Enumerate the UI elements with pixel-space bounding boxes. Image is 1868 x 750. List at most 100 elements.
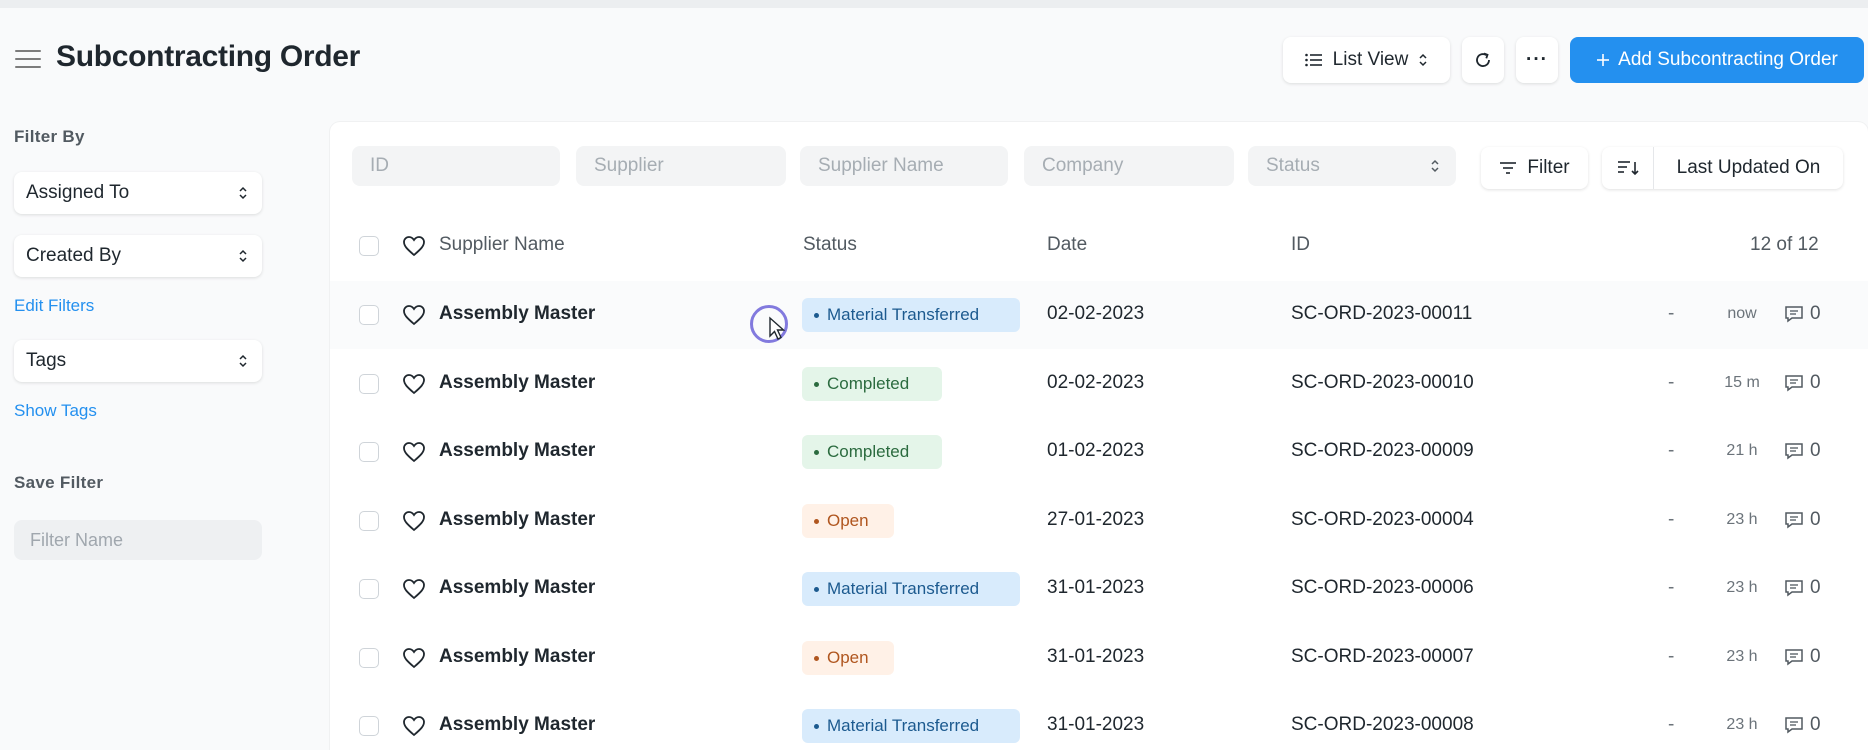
refresh-button[interactable] <box>1462 37 1504 83</box>
comment-count[interactable]: 0 <box>1784 714 1821 736</box>
supplier-name-link[interactable]: Assembly Master <box>439 577 595 599</box>
supplier-name-filter-input[interactable] <box>800 146 1008 186</box>
heart-icon[interactable] <box>402 647 426 669</box>
supplier-name-link[interactable]: Assembly Master <box>439 646 595 668</box>
supplier-name-link[interactable]: Assembly Master <box>439 303 595 325</box>
comment-count[interactable]: 0 <box>1784 509 1821 531</box>
assigned-to-select[interactable]: Assigned To <box>14 172 262 214</box>
modified-since: 23 h <box>1726 511 1758 528</box>
supplier-name-link[interactable]: Assembly Master <box>439 714 595 736</box>
comment-icon <box>1785 512 1803 529</box>
modified-since: 15 m <box>1724 374 1760 391</box>
list-view-selector[interactable]: List View <box>1283 37 1450 83</box>
assigned-placeholder: - <box>1668 577 1675 598</box>
plus-icon <box>1597 54 1610 66</box>
row-checkbox[interactable] <box>359 442 379 462</box>
status-label: Material Transferred <box>827 579 980 598</box>
supplier-name-link[interactable]: Assembly Master <box>439 440 595 462</box>
modified-since: 23 h <box>1726 579 1758 596</box>
row-checkbox[interactable] <box>359 511 379 531</box>
assigned-to-label: Assigned To <box>26 182 130 203</box>
row-checkbox[interactable] <box>359 716 379 736</box>
menu-icon[interactable] <box>15 50 41 68</box>
refresh-icon <box>1476 52 1490 67</box>
table-row[interactable]: Assembly Master Completed 02-02-2023 SC-… <box>330 350 1868 418</box>
id-value: SC-ORD-2023-00009 <box>1291 440 1474 461</box>
comment-count[interactable]: 0 <box>1784 372 1821 394</box>
company-filter-input[interactable] <box>1024 146 1234 186</box>
status-label: Completed <box>827 442 910 461</box>
heart-icon[interactable] <box>402 510 426 532</box>
row-checkbox[interactable] <box>359 305 379 325</box>
column-date[interactable]: Date <box>1047 234 1087 256</box>
assigned-placeholder: - <box>1668 646 1675 667</box>
id-value: SC-ORD-2023-00006 <box>1291 577 1474 598</box>
status-badge: Material Transferred <box>802 572 1020 606</box>
comment-count[interactable]: 0 <box>1784 577 1821 599</box>
heart-icon[interactable] <box>402 304 426 326</box>
id-filter-input[interactable] <box>352 146 560 186</box>
row-checkbox[interactable] <box>359 374 379 394</box>
table-row[interactable]: Assembly Master Material Transferred 31-… <box>330 555 1868 623</box>
row-checkbox[interactable] <box>359 579 379 599</box>
created-by-select[interactable]: Created By <box>14 235 262 277</box>
sort-field-button[interactable]: Last Updated On <box>1654 147 1843 189</box>
column-supplier-name[interactable]: Supplier Name <box>439 234 565 256</box>
tags-select[interactable]: Tags <box>14 340 262 382</box>
comment-count-value: 0 <box>1810 440 1821 461</box>
column-id[interactable]: ID <box>1291 234 1310 256</box>
heart-icon[interactable] <box>402 715 426 737</box>
sort-arrows-icon <box>1431 159 1439 173</box>
heart-icon[interactable] <box>402 373 426 395</box>
column-status[interactable]: Status <box>803 234 857 256</box>
table-row[interactable]: Assembly Master Open 31-01-2023 SC-ORD-2… <box>330 624 1868 692</box>
comment-icon <box>1785 649 1803 666</box>
modified-since: 23 h <box>1726 648 1758 665</box>
comment-icon <box>1785 580 1803 597</box>
filter-button[interactable]: Filter <box>1481 147 1588 189</box>
comment-count[interactable]: 0 <box>1784 303 1821 325</box>
heart-icon[interactable] <box>402 235 426 257</box>
sort-order-button[interactable] <box>1602 147 1654 189</box>
show-tags-link[interactable]: Show Tags <box>14 401 97 421</box>
id-value: SC-ORD-2023-00010 <box>1291 372 1474 393</box>
select-all-checkbox[interactable] <box>359 236 379 256</box>
comment-icon <box>1785 306 1803 323</box>
table-row[interactable]: Assembly Master Material Transferred 31-… <box>330 692 1868 750</box>
date-value: 31-01-2023 <box>1047 577 1145 598</box>
table-row[interactable]: Assembly Master Open 27-01-2023 SC-ORD-2… <box>330 487 1868 555</box>
row-checkbox[interactable] <box>359 648 379 668</box>
date-value: 02-02-2023 <box>1047 303 1145 324</box>
status-filter-select[interactable]: Status <box>1248 146 1456 186</box>
page-title: Subcontracting Order <box>56 40 361 73</box>
comment-count[interactable]: 0 <box>1784 440 1821 462</box>
date-value: 31-01-2023 <box>1047 714 1145 735</box>
heart-icon[interactable] <box>402 441 426 463</box>
status-dot <box>814 449 819 455</box>
status-badge: Completed <box>802 435 942 469</box>
supplier-name-link[interactable]: Assembly Master <box>439 372 595 394</box>
comment-count[interactable]: 0 <box>1784 646 1821 668</box>
supplier-filter-input[interactable] <box>576 146 786 186</box>
status-dot <box>814 655 819 661</box>
filter-name-input[interactable] <box>14 520 262 560</box>
comment-count-value: 0 <box>1810 646 1821 667</box>
edit-filters-link[interactable]: Edit Filters <box>14 296 94 316</box>
date-value: 27-01-2023 <box>1047 509 1145 530</box>
sort-arrows-icon <box>239 186 247 200</box>
comment-count-value: 0 <box>1810 372 1821 393</box>
comment-icon <box>1785 443 1803 460</box>
status-dot <box>814 518 819 524</box>
created-by-label: Created By <box>26 245 122 266</box>
filter-by-label: Filter By <box>14 127 85 146</box>
assigned-placeholder: - <box>1668 303 1675 324</box>
table-row[interactable]: Assembly Master Material Transferred 02-… <box>330 281 1868 349</box>
list-icon <box>1304 53 1322 67</box>
table-row[interactable]: Assembly Master Completed 01-02-2023 SC-… <box>330 418 1868 486</box>
more-actions-button[interactable]: ··· <box>1516 37 1558 83</box>
comment-count-value: 0 <box>1810 577 1821 598</box>
supplier-name-link[interactable]: Assembly Master <box>439 509 595 531</box>
filter-button-label: Filter <box>1527 157 1570 178</box>
heart-icon[interactable] <box>402 578 426 600</box>
add-subcontracting-order-button[interactable]: Add Subcontracting Order <box>1570 37 1864 83</box>
